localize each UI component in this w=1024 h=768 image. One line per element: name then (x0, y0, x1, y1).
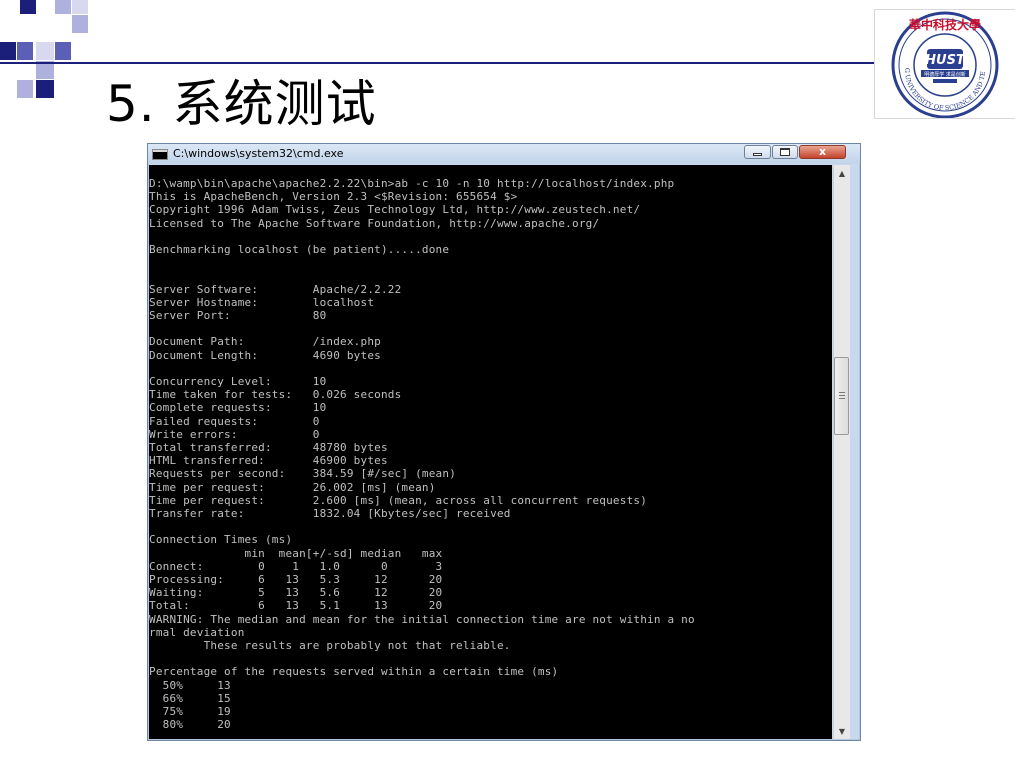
console-line: Server Hostname: localhost (149, 295, 375, 309)
console-line: Processing: 6 13 5.3 12 20 (149, 573, 443, 586)
decorative-square (20, 0, 36, 14)
window-title-bar[interactable]: C:\windows\system32\cmd.exe x (148, 144, 860, 164)
decorative-square (36, 42, 54, 60)
decorative-square (17, 80, 33, 98)
console-line: This is ApacheBench, Version 2.3 <$Revis… (149, 190, 518, 204)
console-line: Document Path: /index.php (149, 335, 381, 349)
university-seal-icon: 華中科技大學 HUAZHONG UNIVERSITY OF SCIENCE AN… (875, 10, 999, 118)
cmd-window[interactable]: C:\windows\system32\cmd.exe x D:\wamp\bi… (147, 143, 861, 741)
console-line: Percentage of the requests served within… (149, 665, 559, 679)
console-line: Concurrency Level: 10 (149, 375, 327, 388)
console-line: 50% 13 (149, 678, 231, 692)
console-line: Requests per second: 384.59 [#/sec] (mea… (149, 467, 457, 481)
decorative-square (36, 80, 54, 98)
title-divider (0, 62, 878, 64)
console-line: rmal deviation (149, 625, 245, 639)
console-line: Complete requests: 10 (149, 401, 327, 415)
console-line: Waiting: 5 13 5.6 12 20 (149, 586, 443, 600)
console-line: Total transferred: 48780 bytes (149, 441, 388, 454)
console-line: Licensed to The Apache Software Foundati… (149, 216, 600, 230)
console-line: Write errors: 0 (149, 427, 320, 441)
console-line: Server Port: 80 (149, 309, 327, 322)
console-line: HTML transferred: 46900 bytes (149, 454, 388, 468)
console-line: 80% 20 (149, 718, 231, 732)
console-line: Time taken for tests: 0.026 seconds (149, 388, 402, 402)
decorative-square (0, 42, 16, 60)
console-line: min mean[+/-sd] median max (149, 546, 443, 560)
arrow-down-icon[interactable]: ▼ (834, 723, 850, 739)
cmd-icon (152, 149, 168, 160)
slide-title: 5. 系统测试 (106, 75, 377, 133)
console-line: Time per request: 2.600 [ms] (mean, acro… (149, 493, 648, 507)
console-line: 66% 15 (149, 691, 231, 705)
scrollbar-thumb[interactable] (834, 357, 849, 436)
decorative-square (17, 42, 33, 60)
console-line: Transfer rate: 1832.04 [Kbytes/sec] rece… (149, 507, 511, 520)
vertical-scrollbar[interactable]: ▲ ▼ (833, 165, 850, 739)
console-line: Document Length: 4690 bytes (149, 348, 381, 362)
console-line: D:\wamp\bin\apache\apache2.2.22\bin>ab -… (149, 177, 675, 190)
logo-text-motto: 明德厚学 求是创新 (924, 71, 966, 78)
decorative-square (72, 0, 88, 14)
console-line: Server Software: Apache/2.2.22 (149, 282, 402, 296)
console-line: Time per request: 26.002 [ms] (mean) (149, 480, 436, 494)
console-line: Connection Times (ms) (149, 533, 293, 547)
console-line: 75% 19 (149, 705, 231, 718)
console-line: Copyright 1996 Adam Twiss, Zeus Technolo… (149, 203, 641, 217)
maximize-button[interactable] (772, 145, 798, 159)
console-line: WARNING: The median and mean for the ini… (149, 612, 695, 626)
minimize-button[interactable] (744, 145, 771, 159)
console-output[interactable]: D:\wamp\bin\apache\apache2.2.22\bin>ab -… (149, 165, 832, 739)
svg-text:HUST: HUST (925, 53, 966, 68)
decorative-square (55, 0, 71, 14)
decorative-square (72, 15, 88, 33)
console-line: Benchmarking localhost (be patient).....… (149, 243, 450, 256)
arrow-up-icon[interactable]: ▲ (834, 165, 850, 181)
maximize-icon (780, 148, 790, 156)
minimize-icon (753, 153, 762, 156)
decorative-square (55, 42, 71, 60)
window-title: C:\windows\system32\cmd.exe (173, 147, 344, 160)
console-line: Failed requests: 0 (149, 414, 320, 428)
console-line: These results are probably not that reli… (149, 639, 511, 652)
close-button[interactable]: x (799, 145, 846, 159)
console-line: Total: 6 13 5.1 13 20 (149, 599, 443, 613)
logo-text-top: 華中科技大學 (909, 17, 981, 32)
console-line: Connect: 0 1 1.0 0 3 (149, 559, 443, 573)
grip-icon (839, 392, 845, 400)
close-icon: x (818, 145, 827, 158)
university-logo: 華中科技大學 HUAZHONG UNIVERSITY OF SCIENCE AN… (874, 9, 1015, 119)
